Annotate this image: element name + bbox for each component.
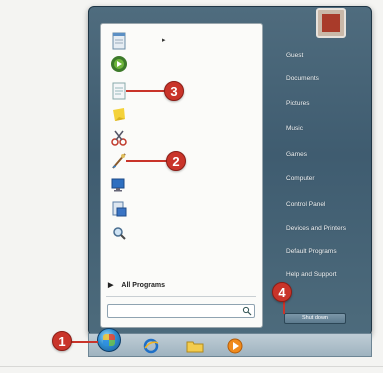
right-item-music[interactable]: Music (286, 125, 303, 132)
all-programs-button[interactable]: ▶ All Programs (108, 278, 248, 292)
right-item-documents[interactable]: Documents (286, 75, 319, 82)
shutdown-button[interactable]: Shut down (284, 313, 346, 324)
search-input[interactable] (107, 304, 255, 318)
callout-1-leader (70, 341, 98, 343)
right-item-default-programs[interactable]: Default Programs (286, 248, 337, 255)
right-item-guest[interactable]: Guest (286, 52, 303, 59)
remote-desktop-icon[interactable] (108, 174, 130, 196)
callout-3: 3 (164, 81, 184, 101)
callout-4-leader (283, 300, 285, 314)
search-icon[interactable] (242, 306, 252, 316)
user-picture[interactable] (316, 8, 346, 38)
sticky-notes-icon[interactable] (108, 104, 130, 126)
right-item-games[interactable]: Games (286, 151, 307, 158)
all-programs-label: All Programs (121, 281, 165, 289)
magnifier-icon[interactable] (108, 222, 130, 244)
right-item-control-panel[interactable]: Control Panel (286, 201, 325, 208)
page-divider (0, 366, 383, 367)
right-item-computer[interactable]: Computer (286, 175, 315, 182)
internet-explorer-icon[interactable] (142, 337, 160, 355)
callout-2-leader (126, 160, 168, 162)
callout-1: 1 (52, 331, 72, 351)
callout-4: 4 (272, 282, 292, 302)
xps-viewer-icon[interactable] (108, 198, 130, 220)
media-center-icon[interactable] (108, 53, 130, 75)
right-item-pictures[interactable]: Pictures (286, 100, 309, 107)
callout-3-leader (126, 90, 166, 92)
media-player-icon[interactable] (226, 337, 244, 355)
right-item-devices-printers[interactable]: Devices and Printers (286, 225, 346, 232)
notepad-icon[interactable] (108, 30, 130, 52)
divider (106, 296, 256, 297)
jump-list-arrow[interactable]: ▸ (162, 36, 166, 44)
callout-2: 2 (166, 151, 186, 171)
triangle-right-icon: ▶ (108, 282, 114, 289)
right-item-help-support[interactable]: Help and Support (286, 271, 337, 278)
snipping-tool-icon[interactable] (108, 127, 130, 149)
start-orb-icon[interactable] (97, 328, 121, 352)
explorer-folder-icon[interactable] (186, 337, 204, 355)
